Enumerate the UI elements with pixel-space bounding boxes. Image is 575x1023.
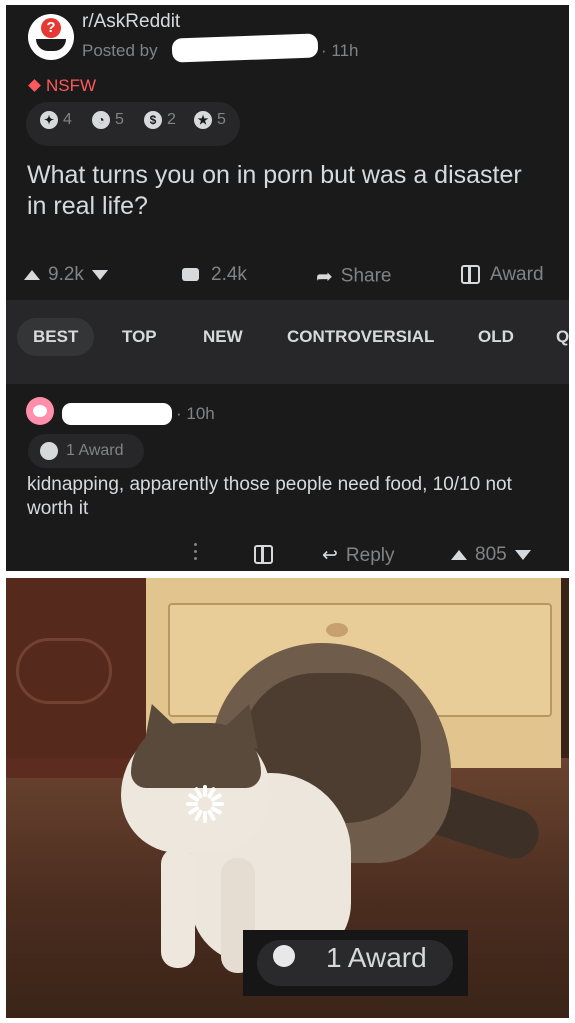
award-1: ✦ 4 [40, 111, 72, 137]
posted-by-label: Posted by [82, 41, 158, 60]
award-icon-3: $ [144, 111, 162, 129]
post-age: · 11h [321, 41, 359, 60]
sort-tab-old[interactable]: OLD [478, 327, 514, 347]
snoo-face-icon [36, 39, 66, 51]
post-action-bar: 9.2k 2.4k ➦ Share Award [6, 260, 569, 300]
comment-award-label: 1 Award [66, 442, 124, 459]
award-icon-4: ★ [194, 111, 212, 129]
meme-award-overlay: 1 Award [243, 930, 468, 996]
award-icon [273, 945, 295, 967]
question-mark-icon: ? [41, 18, 61, 38]
nsfw-label: NSFW [46, 76, 97, 95]
sort-tab-top[interactable]: TOP [122, 327, 157, 347]
loading-spinner-icon [186, 785, 224, 823]
gift-icon [254, 545, 273, 565]
award-icon [40, 442, 58, 460]
gift-icon [461, 265, 480, 285]
share-label: Share [340, 265, 392, 287]
nsfw-diamond-icon [28, 79, 41, 92]
comment-award-button[interactable] [254, 544, 283, 566]
award-label: Award [490, 264, 544, 285]
comment-bubble-icon [182, 268, 199, 282]
sort-tab-controversial[interactable]: CONTROVERSIAL [287, 327, 434, 347]
commenter-avatar[interactable] [26, 397, 54, 425]
award-icon-2: ◔ [92, 111, 110, 129]
post-title[interactable]: What turns you on in porn but was a disa… [27, 160, 547, 222]
redacted-commenter [62, 403, 172, 425]
more-options-icon[interactable] [194, 543, 198, 564]
reply-button[interactable]: ↩ Reply [322, 544, 395, 567]
sort-tab-new[interactable]: NEW [203, 327, 243, 347]
comment-text: kidnapping, apparently those people need… [27, 474, 512, 519]
cat-front-leg [161, 848, 195, 968]
share-button[interactable]: ➦ Share [316, 264, 391, 289]
post-vote-group: 9.2k [24, 264, 108, 286]
share-arrow-icon: ➦ [316, 266, 333, 288]
comment-award-badge[interactable]: 1 Award [28, 434, 144, 468]
award-3: $2 [144, 111, 176, 137]
nsfw-tag: NSFW [28, 76, 97, 96]
comment-downvote-icon[interactable] [514, 549, 531, 560]
award-4: ★ 5 [194, 111, 226, 137]
comment-action-bar: ↩ Reply 805 [6, 540, 569, 570]
reply-label: Reply [345, 545, 395, 566]
upvote-icon[interactable] [24, 269, 40, 280]
award-icon-1: ✦ [40, 111, 58, 129]
award-button[interactable]: Award [461, 264, 544, 286]
sort-tab-best[interactable]: BEST [17, 318, 95, 356]
comment-vote-count: 805 [475, 544, 507, 565]
comment-vote-group: 805 [451, 544, 531, 566]
reddit-post-panel: ? r/AskReddit Posted by · 11h NSFW ✦ 4 ◔ 5… [6, 5, 569, 571]
redacted-username [171, 33, 319, 63]
comment-count: 2.4k [211, 264, 247, 285]
sort-tab-q[interactable]: Q [556, 327, 569, 347]
subreddit-icon[interactable]: ? [28, 14, 74, 60]
comment-sort-bar: BEST TOP NEW CONTROVERSIAL OLD Q [6, 300, 569, 384]
downvote-icon[interactable] [91, 269, 108, 280]
cat-head-top [131, 723, 261, 788]
comments-button[interactable]: 2.4k [182, 264, 247, 286]
subreddit-name[interactable]: r/AskReddit [82, 11, 180, 33]
award-2: ◔ 5 [92, 111, 124, 137]
comment-upvote-icon[interactable] [451, 549, 467, 560]
post-vote-count: 9.2k [48, 264, 84, 285]
post-awards[interactable]: ✦ 4 ◔ 5 $2 ★ 5 [26, 102, 240, 146]
meme-award-label: 1 Award [326, 942, 427, 973]
comment-age: · 10h [176, 404, 215, 423]
reply-arrow-icon: ↩ [322, 545, 338, 566]
